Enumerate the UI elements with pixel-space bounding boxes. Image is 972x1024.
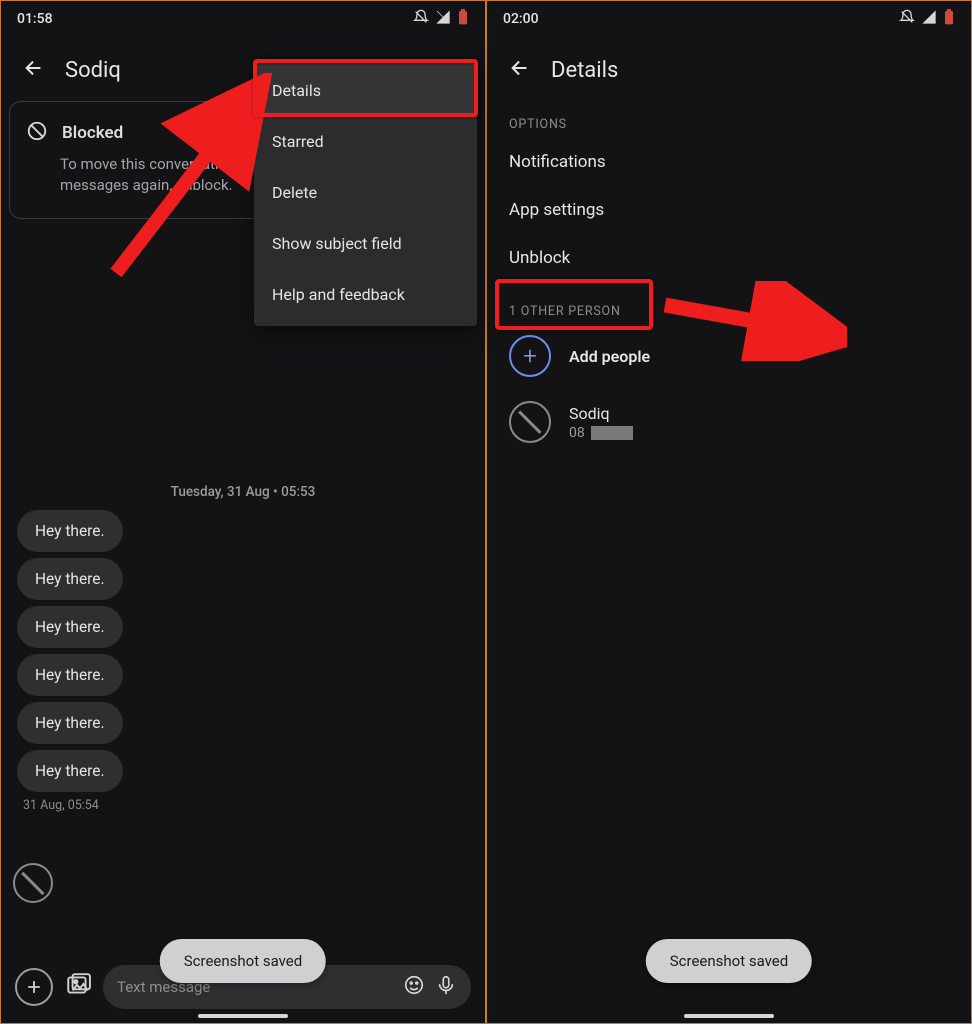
gallery-icon[interactable]: [65, 972, 91, 1002]
date-divider: Tuesday, 31 Aug • 05:53: [1, 484, 485, 500]
status-icons: [413, 9, 469, 29]
number-redacted: [591, 426, 633, 440]
person-number: 08: [569, 425, 633, 441]
appbar-title: Details: [551, 58, 618, 83]
overflow-menu: Details Starred Delete Show subject fiel…: [254, 59, 477, 326]
message-bubble[interactable]: Hey there.: [17, 702, 123, 744]
number-prefix: 08: [569, 425, 585, 441]
blocked-avatar-icon: [13, 863, 53, 903]
home-indicator[interactable]: [684, 1014, 774, 1018]
appbar: Details: [487, 37, 971, 95]
menu-item-details[interactable]: Details: [254, 65, 477, 116]
phone-right: 02:00 Details OPTIONS Notifications App …: [486, 0, 972, 1024]
person-name: Sodiq: [569, 404, 633, 423]
blocked-person-icon: [509, 401, 551, 443]
status-icons: [899, 9, 955, 29]
appbar-title: Sodiq: [65, 58, 121, 83]
block-icon: [26, 120, 48, 146]
menu-item-showsubject[interactable]: Show subject field: [254, 218, 477, 269]
battery-icon: [943, 9, 955, 29]
statusbar: 02:00: [487, 1, 971, 37]
clock: 01:58: [17, 11, 53, 27]
option-notifications[interactable]: Notifications: [487, 138, 971, 186]
back-arrow-icon[interactable]: [509, 57, 531, 83]
option-unblock[interactable]: Unblock: [487, 234, 971, 282]
add-people-row[interactable]: + Add people: [487, 325, 971, 387]
section-options-label: OPTIONS: [487, 95, 971, 138]
emoji-icon[interactable]: [403, 974, 425, 1000]
menu-item-starred[interactable]: Starred: [254, 116, 477, 167]
blocked-title: Blocked: [62, 123, 123, 143]
toast: Screenshot saved: [160, 939, 326, 983]
message-meta: 31 Aug, 05:54: [23, 798, 485, 813]
menu-item-delete[interactable]: Delete: [254, 167, 477, 218]
attach-button[interactable]: [15, 968, 53, 1006]
dnd-icon: [413, 9, 429, 29]
home-indicator[interactable]: [198, 1014, 288, 1018]
toast: Screenshot saved: [646, 939, 812, 983]
option-app-settings[interactable]: App settings: [487, 186, 971, 234]
battery-icon: [457, 9, 469, 29]
clock: 02:00: [503, 11, 539, 27]
message-bubble[interactable]: Hey there.: [17, 510, 123, 552]
signal-icon: [921, 9, 937, 29]
message-bubble[interactable]: Hey there.: [17, 606, 123, 648]
menu-item-help[interactable]: Help and feedback: [254, 269, 477, 320]
section-people-label: 1 OTHER PERSON: [487, 282, 971, 325]
back-arrow-icon[interactable]: [23, 57, 45, 83]
statusbar: 01:58: [1, 1, 485, 37]
mic-icon[interactable]: [435, 974, 457, 1000]
plus-icon: +: [509, 335, 551, 377]
message-bubble[interactable]: Hey there.: [17, 654, 123, 696]
phone-left: 01:58 Sodiq Blocked To move this convers…: [0, 0, 486, 1024]
signal-icon: [435, 9, 451, 29]
add-people-label: Add people: [569, 347, 650, 366]
message-bubble[interactable]: Hey there.: [17, 558, 123, 600]
dnd-icon: [899, 9, 915, 29]
message-bubble[interactable]: Hey there.: [17, 750, 123, 792]
person-row[interactable]: Sodiq 08: [487, 387, 971, 457]
message-list: Hey there. Hey there. Hey there. Hey the…: [1, 500, 485, 813]
